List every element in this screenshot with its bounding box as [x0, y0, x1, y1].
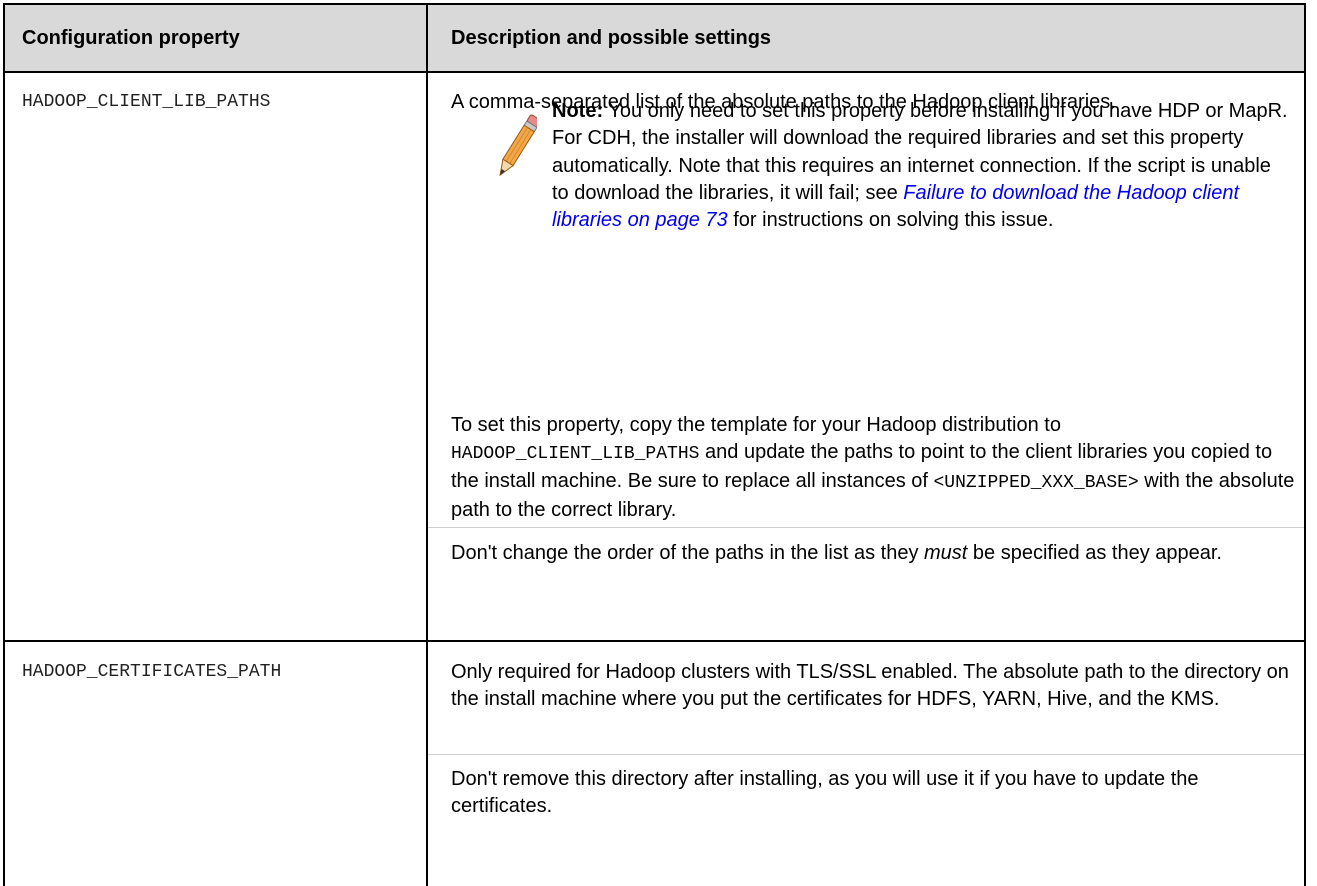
note-block: Note: You only need to set this property… — [552, 98, 1292, 234]
para-text: be specified as they appear. — [972, 542, 1222, 564]
para-text: To set this property, copy the template … — [451, 414, 1061, 436]
code-unzipped-base: <UNZIPPED_XXX_BASE> — [933, 473, 1139, 493]
certificates-note: Don't remove this directory after instal… — [451, 768, 1199, 817]
set-property-paragraph: To set this property, copy the template … — [451, 412, 1296, 524]
code-client-lib-paths: HADOOP_CLIENT_LIB_PATHS — [451, 444, 700, 464]
header-configuration-property: Configuration property — [22, 27, 240, 49]
pencil-note-icon — [499, 114, 537, 177]
para-text: Don't change the order of the paths in t… — [451, 542, 919, 564]
order-paragraph: Don't change the order of the paths in t… — [451, 540, 1296, 567]
row-divider — [3, 640, 1306, 642]
emphasis-must: must — [924, 542, 968, 564]
header-description: Description and possible settings — [451, 27, 772, 49]
table-left-border — [3, 3, 5, 886]
note-text-end: for instructions on solving this issue. — [727, 209, 1054, 232]
paragraph-separator — [428, 754, 1304, 755]
table-right-border — [1304, 3, 1306, 886]
note-label: Note: — [552, 100, 604, 122]
property-name: HADOOP_CERTIFICATES_PATH — [22, 662, 282, 682]
table-top-border — [3, 3, 1306, 5]
certificates-description: Only required for Hadoop clusters with T… — [451, 661, 1289, 710]
header-bottom-border — [3, 71, 1306, 73]
paragraph-separator — [428, 527, 1304, 528]
property-name: HADOOP_CLIENT_LIB_PATHS — [22, 92, 271, 112]
